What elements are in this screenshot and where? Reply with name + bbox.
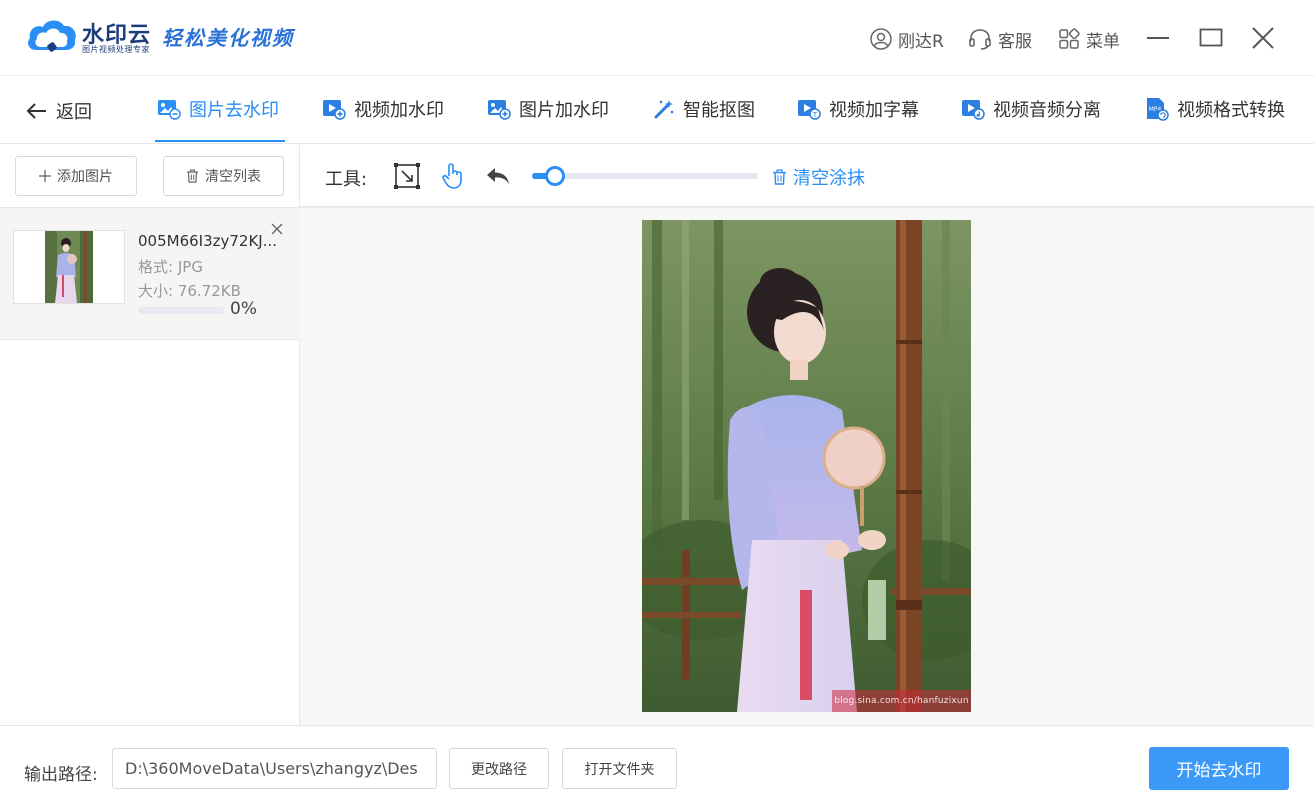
image-canvas[interactable]: blog.sina.com.cn/hanfuzixun [300,207,1314,725]
tab-video-add-watermark[interactable]: 视频加水印 [322,96,444,122]
arrow-left-icon [26,103,46,119]
video-subtitle-icon: T [798,100,821,120]
size-value: 76.72KB [177,282,241,300]
back-label: 返回 [56,102,92,123]
add-image-button[interactable]: 添加图片 [15,156,137,196]
file-list-panel: 添加图片 清空列表 005M66I3zy72KJ... 格式: JPG 大小: … [0,145,300,725]
tab-label: 视频音频分离 [993,100,1101,121]
user-icon [870,28,892,50]
remove-file-icon[interactable] [271,220,283,239]
watermark-text: blog.sina.com.cn/hanfuzixun [832,690,971,712]
format-label: 格式: [138,258,174,276]
customer-service-button[interactable]: 客服 [968,24,1032,54]
size-label: 大小: [138,282,174,300]
slogan: 轻松美化视频 [162,26,294,50]
video-add-watermark-icon [323,100,346,120]
file-progress-bar [138,307,224,314]
clear-erase-label: 清空涂抹 [793,168,865,189]
list-item[interactable]: 005M66I3zy72KJ... 格式: JPG 大小: 76.72KB [0,207,300,340]
clear-list-label: 清空列表 [205,169,261,185]
title-bar: 水印云 图片视频处理专家 轻松美化视频 刚达R 客服 菜单 [0,0,1314,76]
user-name: 刚达R [898,31,944,52]
file-format: 格式: JPG [138,256,203,277]
active-tab-indicator [155,140,285,142]
tab-label: 图片加水印 [519,100,609,121]
user-account[interactable]: 刚达R [870,24,944,54]
mp4-format-icon: MP4 [1147,98,1169,121]
brand-subtitle: 图片视频处理专家 [82,45,150,54]
undo-icon[interactable] [484,162,512,190]
service-label: 客服 [998,31,1032,52]
menu-button[interactable]: 菜单 [1058,24,1120,54]
feature-nav: 返回 图片去水印 视频加水印 图片加水印 智能抠图 T 视频加字幕 视频音频分离… [0,76,1314,144]
tab-label: 智能抠图 [683,100,755,121]
tab-video-add-subtitle[interactable]: T 视频加字幕 [797,96,919,122]
select-box-icon[interactable] [393,162,421,190]
headset-icon [969,29,991,50]
menu-label: 菜单 [1086,31,1120,52]
plus-icon [39,170,51,182]
change-path-button[interactable]: 更改路径 [449,748,549,789]
cloud-logo-icon [28,20,76,52]
magic-wand-icon [654,100,674,119]
grid-menu-icon [1059,28,1080,49]
trash-icon [773,169,786,185]
hand-pointer-icon[interactable] [439,162,467,190]
brush-size-slider[interactable] [532,166,758,186]
image-add-watermark-icon [488,100,511,120]
preview-image[interactable]: blog.sina.com.cn/hanfuzixun [642,220,971,712]
footer-bar: 输出路径: 更改路径 打开文件夹 开始去水印 [0,725,1314,810]
tab-video-audio-split[interactable]: 视频音频分离 [961,96,1101,122]
trash-icon [187,169,198,183]
file-progress-text: 0% [230,299,257,319]
tab-label: 图片去水印 [189,100,279,121]
clear-list-button[interactable]: 清空列表 [163,156,284,196]
svg-text:T: T [812,111,818,119]
tab-label: 视频加字幕 [829,100,919,121]
output-path-label: 输出路径: [24,765,98,785]
tab-label: 视频加水印 [354,100,444,121]
open-folder-button[interactable]: 打开文件夹 [562,748,677,789]
close-icon[interactable] [1251,26,1275,50]
format-value: JPG [177,258,203,276]
tab-label: 视频格式转换 [1177,100,1285,121]
tab-smart-cutout[interactable]: 智能抠图 [653,96,755,122]
back-button[interactable]: 返回 [26,98,92,124]
add-image-label: 添加图片 [57,169,113,185]
output-path-field[interactable] [112,748,437,789]
tab-video-format-convert[interactable]: MP4 视频格式转换 [1145,96,1285,122]
file-thumbnail [13,230,125,304]
thumbnail-image [45,231,93,303]
start-remove-watermark-button[interactable]: 开始去水印 [1149,747,1289,790]
file-size: 大小: 76.72KB [138,280,241,301]
brush-size-handle[interactable] [544,166,565,186]
image-remove-icon [158,100,181,120]
tab-image-remove-watermark[interactable]: 图片去水印 [157,96,279,122]
tab-image-add-watermark[interactable]: 图片加水印 [487,96,609,122]
tools-label: 工具: [325,169,368,190]
edit-toolbar: 工具: 清空涂抹 [300,145,1314,207]
video-audio-split-icon [962,100,985,120]
clear-erase-button[interactable]: 清空涂抹 [772,164,865,190]
file-name: 005M66I3zy72KJ... [138,232,278,250]
minimize-icon[interactable] [1146,28,1170,48]
maximize-icon[interactable] [1199,28,1223,48]
